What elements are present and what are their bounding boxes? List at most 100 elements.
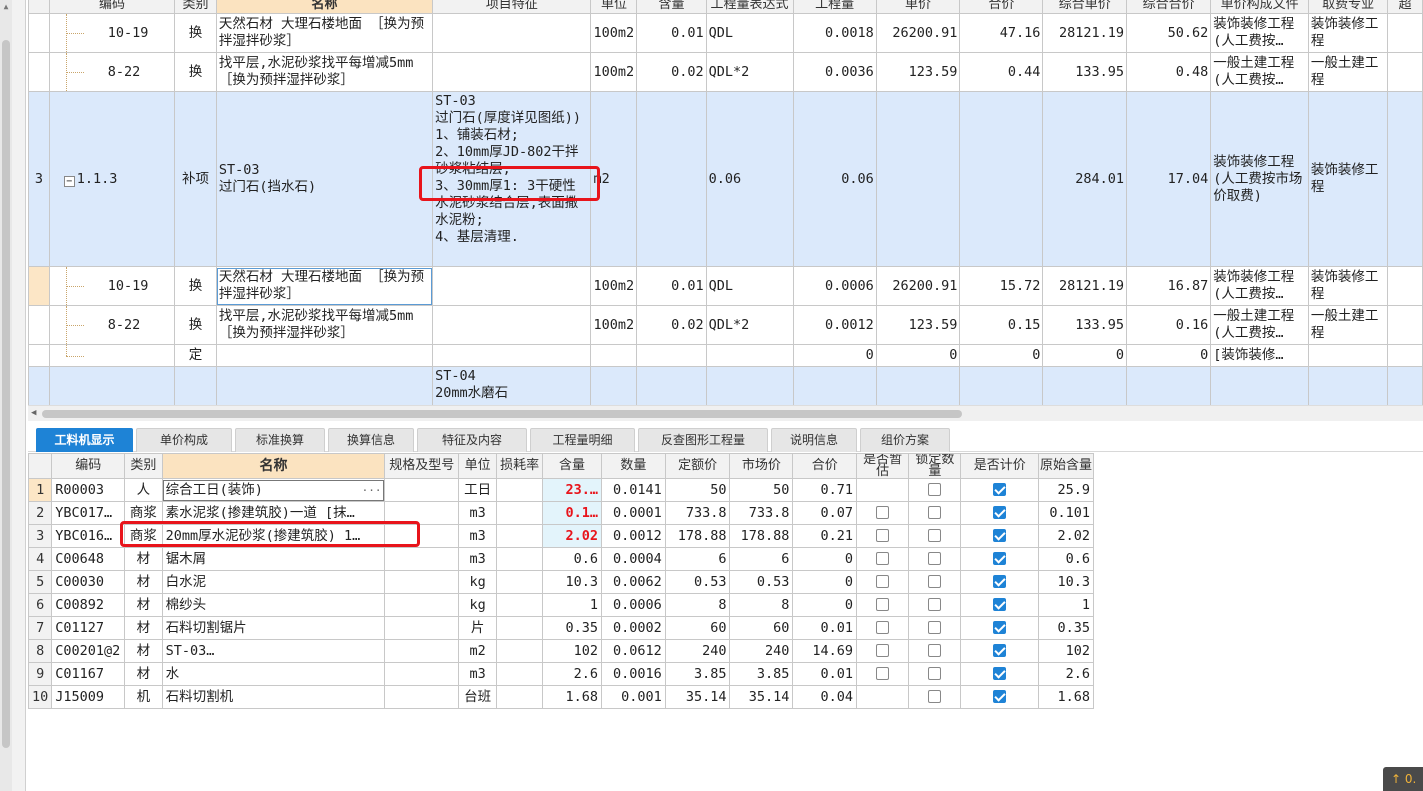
row-market-price[interactable]: 50 [729, 478, 794, 502]
lock-qty-checkbox-icon[interactable] [928, 690, 942, 703]
row-spec[interactable] [384, 501, 459, 525]
col-header-spec[interactable]: 规格及型号 [384, 453, 459, 479]
row-name[interactable]: 棉纱头 [161, 593, 386, 617]
row-spec[interactable] [384, 547, 459, 571]
row-loss[interactable] [496, 524, 543, 548]
lock-qty-checkbox-icon[interactable] [928, 621, 942, 634]
row-feature[interactable] [432, 266, 592, 306]
is-priced-checkbox-icon[interactable] [993, 621, 1007, 634]
col-header-comp-price[interactable]: 综合单价 [1042, 0, 1128, 14]
row-market-price[interactable]: 178.88 [729, 524, 794, 548]
tab-standard-conversion[interactable]: 标准换算 [235, 428, 325, 452]
lock-qty-checkbox-icon[interactable] [928, 667, 942, 680]
row-name[interactable]: 锯木屑 [161, 547, 386, 571]
row-market-price[interactable]: 6 [729, 547, 794, 571]
is-priced-checkbox-icon[interactable] [993, 598, 1007, 611]
row-loss[interactable] [496, 685, 543, 709]
col-header-code[interactable]: 编码 [51, 453, 126, 479]
lock-qty-checkbox-icon[interactable] [928, 529, 942, 542]
row-price-file[interactable]: 装饰装修工程(人工费按… [1210, 266, 1309, 306]
row-price-file[interactable]: 装饰装修工程(人工费按市场价取费) [1210, 91, 1309, 267]
tab-unit-price-composition[interactable]: 单价构成 [136, 428, 232, 452]
col-header-content[interactable]: 含量 [636, 0, 707, 14]
row-expr[interactable] [705, 344, 794, 367]
col-header-code[interactable]: 编码 [48, 0, 176, 14]
table-row[interactable]: 定 0 0 0 0 0 [装饰装修… [28, 344, 1423, 367]
is-priced-checkbox-icon[interactable] [993, 529, 1007, 542]
table-row[interactable]: 10-19 换 天然石材 大理石楼地面 ［换为预拌湿拌砂浆］ 100m2 0.0… [28, 266, 1423, 306]
tab-conversion-info[interactable]: 换算信息 [328, 428, 414, 452]
row-expr[interactable]: 0.06 [705, 91, 794, 267]
col-header-market-price[interactable]: 市场价 [729, 453, 794, 479]
row-market-price[interactable]: 733.8 [729, 501, 794, 525]
row-price-file[interactable]: 装饰装修工程(人工费按… [1210, 13, 1309, 53]
row-loss[interactable] [496, 593, 543, 617]
row-loss[interactable] [496, 662, 543, 686]
more-options-icon[interactable]: ··· [362, 482, 382, 499]
col-header-feature[interactable]: 项目特征 [432, 0, 592, 14]
col-header-price-file[interactable]: 单价构成文件 [1210, 0, 1309, 14]
table-row[interactable]: 8-22 换 找平层,水泥砂浆找平每增减5mm ［换为预拌湿拌砂浆］ 100m2… [28, 52, 1423, 92]
row-content[interactable]: 0.35 [541, 616, 603, 640]
col-header-expr[interactable]: 工程量表达式 [705, 0, 794, 14]
tab-quantity-details[interactable]: 工程量明细 [530, 428, 635, 452]
col-header-quota-price[interactable]: 定额价 [664, 453, 731, 479]
row-content[interactable]: 1 [541, 593, 603, 617]
row-loss[interactable] [496, 547, 543, 571]
row-price-file[interactable]: 一般土建工程(人工费按… [1210, 52, 1309, 92]
row-spec[interactable] [384, 662, 459, 686]
scroll-up-arrow-icon[interactable]: ▲ [1, 2, 11, 12]
table-row[interactable]: 6 C00892 材棉纱头 kg 1 0.0006 8 8 0 1 [27, 593, 1095, 617]
row-fee-prof[interactable]: 装饰装修工程 [1307, 266, 1389, 306]
row-feature[interactable] [432, 13, 592, 53]
col-header-price[interactable]: 单价 [875, 0, 961, 14]
row-market-price[interactable]: 240 [729, 639, 794, 663]
table-row-selected[interactable]: 3 −1.1.3 补项 ST-03 过门石(挡水石) ST-03 过门石(厚度详… [28, 91, 1423, 267]
table-row[interactable]: 8-22 换 找平层,水泥砂浆找平每增减5mm ［换为预拌湿拌砂浆］ 100m2… [28, 305, 1423, 345]
lock-qty-checkbox-icon[interactable] [928, 483, 942, 496]
table-row[interactable]: 10 J15009 机石料切割机 台班 1.68 0.001 35.14 35.14 0.04 1… [27, 685, 1095, 709]
row-loss[interactable] [496, 501, 543, 525]
row-expr[interactable]: QDL [705, 13, 794, 53]
col-header-is-priced[interactable]: 是否计价 [960, 453, 1039, 479]
row-expr[interactable]: QDL [705, 266, 794, 306]
row-name[interactable]: 20mm厚水泥砂浆(掺建筑胶) 1… [161, 524, 386, 548]
lock-qty-checkbox-icon[interactable] [928, 644, 942, 657]
col-header-name[interactable]: 名称 [161, 453, 386, 479]
horizontal-scrollbar-thumb[interactable] [42, 410, 962, 418]
row-fee-prof[interactable]: 一般土建工程 [1307, 305, 1389, 345]
tab-pricing-scheme[interactable]: 组价方案 [860, 428, 950, 452]
row-spec[interactable] [384, 478, 459, 502]
table-row[interactable]: 5 C00030 材白水泥 kg 10.3 0.0062 0.53 0.53 0 10.3 [27, 570, 1095, 594]
row-market-price[interactable]: 8 [729, 593, 794, 617]
row-name[interactable]: 水 [161, 662, 386, 686]
collapse-icon[interactable]: − [63, 175, 75, 187]
row-name[interactable]: ST-03 过门石(挡水石) [215, 91, 434, 267]
col-header-name[interactable]: 名称 [215, 0, 434, 14]
row-content[interactable]: 23.… [541, 478, 603, 502]
col-header-type[interactable]: 类别 [174, 0, 217, 14]
row-name[interactable]: ST-03… [161, 639, 386, 663]
row-content[interactable]: 0.1… [541, 501, 603, 525]
row-content[interactable]: 1.68 [541, 685, 603, 709]
row-loss[interactable] [496, 478, 543, 502]
col-header-type[interactable]: 类别 [124, 453, 163, 479]
row-loss[interactable] [496, 570, 543, 594]
lock-qty-checkbox-icon[interactable] [928, 598, 942, 611]
row-name[interactable]: 天然石材 大理石楼地面 ［换为预拌湿拌砂浆］ [215, 266, 434, 306]
col-header-comp-total[interactable]: 综合合价 [1126, 0, 1212, 14]
row-name[interactable]: 白水泥 [161, 570, 386, 594]
row-feature[interactable] [432, 52, 592, 92]
lock-qty-checkbox-icon[interactable] [928, 552, 942, 565]
is-priced-checkbox-icon[interactable] [993, 667, 1007, 680]
table-row[interactable]: 3 YBC016… 商浆 20mm厚水泥砂浆(掺建筑胶) 1… m3 2.02 0.0012… [27, 524, 1095, 548]
table-row[interactable]: 1 R00003 人综合工日(装饰) ··· 工日 23.… 0.0141 50 50 0.71 2… [27, 478, 1095, 502]
col-header-extra[interactable]: 超 [1387, 0, 1423, 14]
scroll-left-arrow-icon[interactable]: ◀ [31, 408, 36, 418]
tab-labor-material-machine[interactable]: 工料机显示 [36, 428, 133, 452]
col-header-total[interactable]: 合价 [792, 453, 858, 479]
is-temp-checkbox-icon[interactable] [876, 644, 890, 657]
col-header-orig-content[interactable]: 原始含量 [1037, 453, 1095, 479]
is-temp-checkbox-icon[interactable] [876, 506, 890, 519]
col-header-fee-prof[interactable]: 取费专业 [1307, 0, 1389, 14]
